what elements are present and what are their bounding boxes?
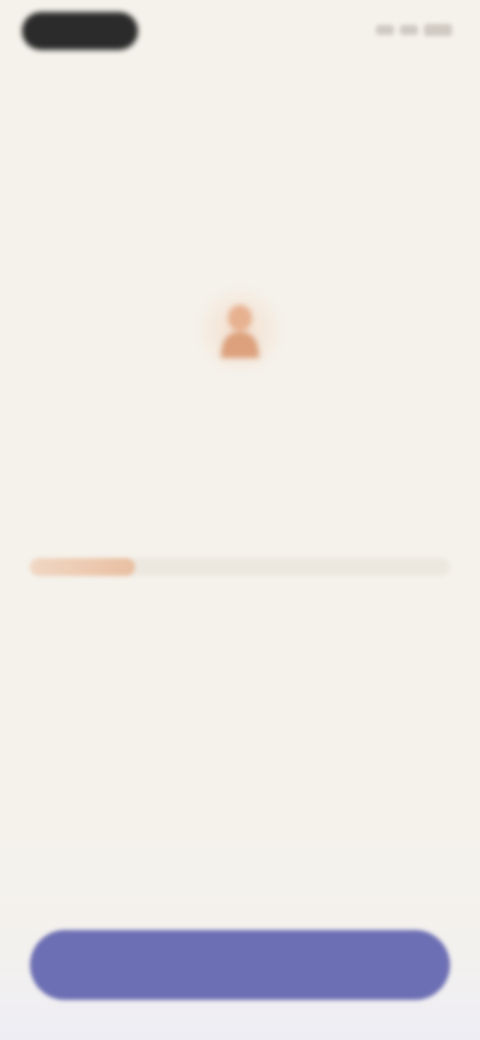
slider-tick xyxy=(163,598,183,618)
slider-tick xyxy=(297,598,317,618)
slider-tick xyxy=(30,598,50,618)
back-button[interactable] xyxy=(40,96,70,128)
continue-button[interactable] xyxy=(30,930,450,1000)
wifi-icon xyxy=(400,25,418,35)
status-bar-icons xyxy=(376,24,452,36)
person-emoji-icon xyxy=(221,305,259,358)
slider-tick xyxy=(341,598,361,618)
slider-tick xyxy=(119,598,139,618)
slider-tick xyxy=(74,598,94,618)
signal-icon xyxy=(376,25,394,35)
rating-slider[interactable] xyxy=(30,558,450,576)
status-bar-pill xyxy=(22,12,138,50)
battery-icon xyxy=(424,24,452,36)
slider-tick xyxy=(208,598,228,618)
slider-fill xyxy=(30,558,135,576)
slider-tick xyxy=(430,598,450,618)
question-illustration xyxy=(190,280,290,380)
slider-ticks xyxy=(30,598,450,618)
page-title xyxy=(92,96,272,128)
slider-tick xyxy=(252,598,272,618)
slider-tick xyxy=(386,598,406,618)
